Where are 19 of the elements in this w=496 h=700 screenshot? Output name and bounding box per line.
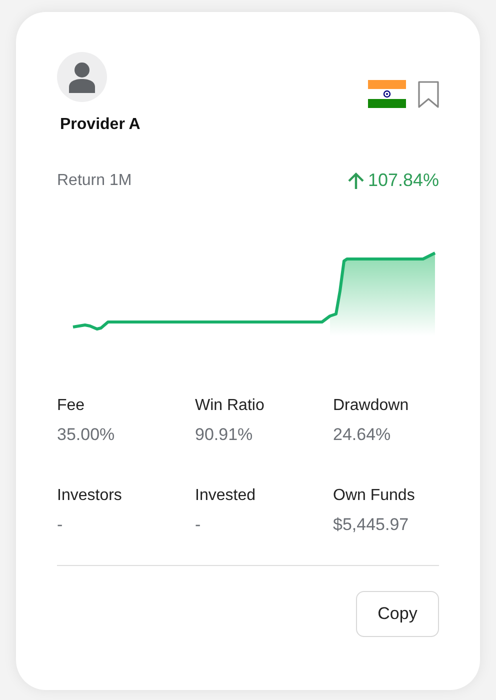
person-icon xyxy=(68,62,96,92)
stat-label: Drawdown xyxy=(333,397,410,415)
stat-value: - xyxy=(57,515,64,535)
stat-value: 90.91% xyxy=(195,425,254,445)
stat-label: Win Ratio xyxy=(195,397,266,415)
stat-label: Own Funds xyxy=(333,487,416,505)
bookmark-icon[interactable] xyxy=(418,80,439,108)
return-label: Return 1M xyxy=(57,172,132,190)
stat-value: $5,445.97 xyxy=(333,515,410,535)
provider-name: Provider A xyxy=(60,116,140,134)
stat-label: Invested xyxy=(195,487,256,505)
stat-value: 24.64% xyxy=(333,425,392,445)
stat-label: Investors xyxy=(57,487,123,505)
stat-value: 35.00% xyxy=(57,425,116,445)
stat-label: Fee xyxy=(57,397,86,415)
return-value: 107.84% xyxy=(368,170,439,191)
stat-value: - xyxy=(195,515,202,535)
copy-button[interactable]: Copy xyxy=(356,591,439,637)
flag-icon xyxy=(368,80,406,108)
